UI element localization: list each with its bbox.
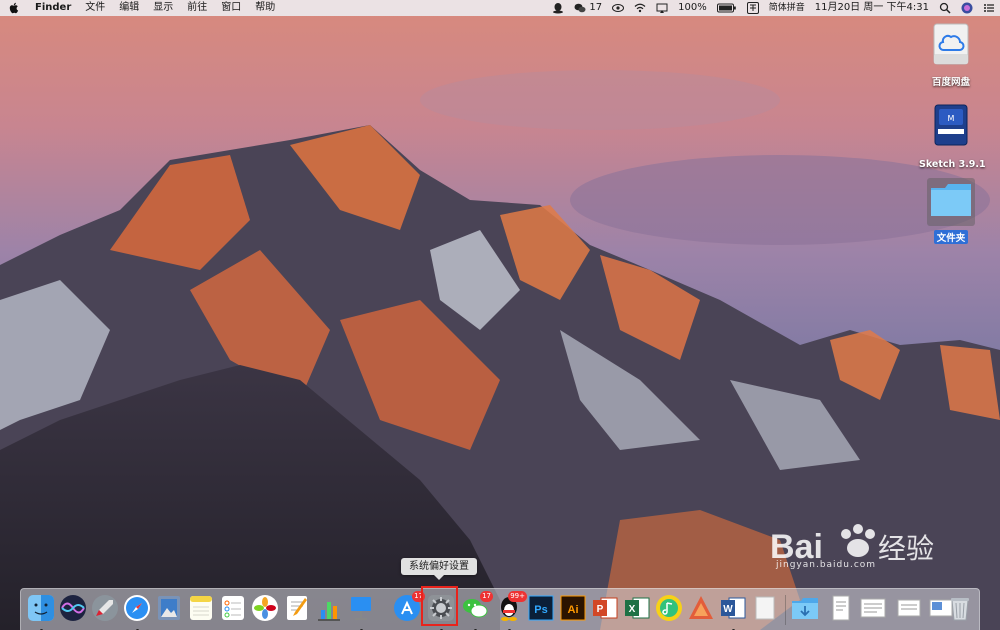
dock-preview[interactable] [155, 594, 183, 622]
photoshop-icon: Ps [528, 595, 554, 621]
input-method-label[interactable]: 简体拼音 [764, 0, 810, 16]
finder-icon [28, 595, 54, 621]
siri-icon[interactable] [956, 2, 978, 14]
dock-downloads[interactable] [791, 594, 823, 622]
baidu-netdisk-drive-icon [933, 23, 969, 65]
qq-status-icon[interactable] [547, 2, 569, 14]
watermark-cn-text: 经验 [878, 532, 934, 565]
document-stack-icon [832, 595, 850, 621]
dock-notes[interactable] [187, 594, 215, 622]
reminders-icon [222, 596, 244, 620]
dock-wechat[interactable]: 17 [461, 591, 493, 630]
dock-launchpad[interactable] [91, 594, 119, 622]
downloads-folder-icon [792, 598, 818, 619]
dock-affinity[interactable] [687, 594, 715, 622]
dock-numbers[interactable] [315, 594, 343, 622]
wechat-badge: 17 [480, 591, 493, 602]
dock-pages[interactable] [283, 594, 311, 622]
dock-word[interactable]: W [719, 594, 747, 630]
svg-text:P: P [597, 604, 604, 615]
app-menu-finder[interactable]: Finder [28, 0, 78, 16]
dock-excel[interactable]: X [623, 594, 651, 622]
desktop-icon-folder[interactable]: 文件夹 [916, 178, 986, 245]
dock: 17 17 99+ Ps Ai P X W [20, 588, 980, 630]
word-icon: W [721, 597, 746, 619]
blank-document-icon [755, 596, 775, 620]
svg-text:Ai: Ai [568, 604, 579, 616]
dock-photoshop[interactable]: Ps [527, 594, 555, 622]
folder-icon [931, 184, 971, 216]
qq-music-icon [656, 595, 682, 621]
svg-text:W: W [723, 604, 733, 615]
menu-edit[interactable]: 编辑 [112, 0, 146, 16]
document-stack-icon [897, 599, 921, 617]
dock-stack-document-3[interactable] [895, 594, 923, 622]
siri-icon [60, 595, 86, 621]
battery-percentage[interactable]: 100% [673, 0, 712, 16]
dock-illustrator[interactable]: Ai [559, 594, 587, 622]
apple-menu-icon[interactable] [8, 1, 20, 15]
desktop-icon-sketch[interactable]: M Sketch 3.9.1 [916, 102, 986, 171]
desktop-icon-label: Sketch 3.9.1 [919, 159, 986, 170]
baidu-jingyan-watermark: Bai 经验 jingyan.baidu.com [766, 520, 956, 590]
dock-powerpoint[interactable]: P [591, 594, 619, 622]
dock-stack-document-1[interactable] [827, 594, 855, 622]
illustrator-icon: Ai [560, 595, 586, 621]
menu-view[interactable]: 显示 [146, 0, 180, 16]
pages-icon [287, 596, 307, 620]
dock-safari[interactable] [123, 594, 151, 630]
highlight-annotation [421, 586, 458, 626]
spotlight-search-icon[interactable] [934, 2, 956, 14]
dock-trash[interactable] [946, 594, 974, 622]
svg-text:Ps: Ps [534, 604, 547, 616]
notification-center-icon[interactable] [978, 2, 1000, 14]
dock-qq-music[interactable] [655, 594, 683, 622]
dock-app-store[interactable]: 17 [393, 591, 425, 622]
excel-icon: X [625, 597, 650, 619]
wechat-status-icon[interactable]: 17 [569, 0, 607, 16]
menu-window[interactable]: 窗口 [214, 0, 248, 16]
clock[interactable]: 11月20日 周一 下午4:31 [810, 0, 934, 16]
svg-text:M: M [948, 114, 955, 123]
dock-keynote[interactable] [347, 594, 375, 630]
dock-qq[interactable]: 99+ [495, 591, 527, 630]
affinity-icon [689, 596, 713, 619]
dock-chrome-like[interactable] [751, 594, 779, 622]
document-stack-icon [860, 598, 886, 618]
qq-badge: 99+ [508, 591, 527, 602]
eye-status-icon[interactable] [607, 2, 629, 14]
powerpoint-icon: P [593, 597, 618, 619]
dock-reminders[interactable] [219, 594, 247, 622]
menu-file[interactable]: 文件 [78, 0, 112, 16]
dock-photos[interactable] [251, 594, 279, 622]
menu-bar: Finder 文件 编辑 显示 前往 窗口 帮助 17 100% 简体拼音 11… [0, 0, 1000, 16]
desktop-icon-label: 文件夹 [933, 230, 969, 244]
preview-icon [158, 596, 180, 620]
keynote-icon [351, 597, 371, 620]
dock-tooltip: 系统偏好设置 [401, 558, 477, 580]
compass-icon [124, 595, 150, 621]
dock-finder[interactable] [27, 594, 55, 630]
dock-separator [785, 595, 786, 625]
menu-help[interactable]: 帮助 [248, 0, 282, 16]
dock-stack-document-2[interactable] [859, 594, 893, 622]
folder-selection-frame [927, 178, 975, 226]
photos-icon [252, 595, 278, 621]
desktop-icon-baidu-netdisk[interactable]: 百度网盘 [916, 22, 986, 89]
input-method-icon[interactable] [742, 2, 764, 14]
trash-icon [951, 598, 969, 621]
airplay-icon[interactable] [651, 2, 673, 14]
wechat-unread-count: 17 [589, 2, 603, 13]
rocket-icon [92, 595, 118, 621]
menu-go[interactable]: 前往 [180, 0, 214, 16]
notes-icon [190, 596, 212, 620]
dock-siri[interactable] [59, 594, 87, 622]
desktop-icon-label: 百度网盘 [931, 77, 970, 88]
numbers-icon [318, 602, 340, 621]
disk-image-icon: M [934, 104, 968, 146]
watermark-url: jingyan.baidu.com [776, 560, 877, 570]
wifi-icon[interactable] [629, 2, 651, 14]
svg-text:X: X [629, 604, 636, 615]
battery-icon[interactable] [712, 3, 742, 13]
